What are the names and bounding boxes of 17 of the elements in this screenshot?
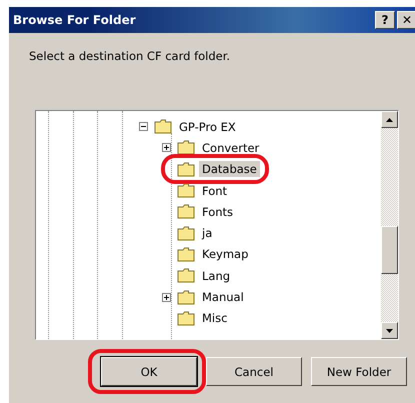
folder-item[interactable]: GP-Pro EX: [176, 118, 239, 135]
prompt-text: Select a destination CF card folder.: [29, 49, 232, 63]
folder-item[interactable]: Font: [199, 182, 230, 199]
folder-item[interactable]: Keymap: [199, 246, 252, 262]
folder-item[interactable]: Lang: [199, 268, 234, 284]
folder-item[interactable]: Fonts: [199, 204, 236, 220]
window-title: Browse For Folder: [13, 13, 136, 27]
folder-item[interactable]: ja: [199, 225, 216, 242]
folder-item[interactable]: Database: [199, 161, 260, 178]
help-button[interactable]: ?: [375, 11, 395, 29]
folder-item[interactable]: Manual: [199, 289, 247, 306]
folder-item[interactable]: Converter: [199, 140, 262, 156]
cancel-button[interactable]: Cancel: [206, 357, 302, 386]
new-folder-button[interactable]: New Folder: [311, 357, 407, 386]
folder-item[interactable]: Misc: [199, 310, 230, 326]
close-button[interactable]: ✕: [397, 11, 415, 29]
ok-button[interactable]: OK: [101, 357, 197, 386]
